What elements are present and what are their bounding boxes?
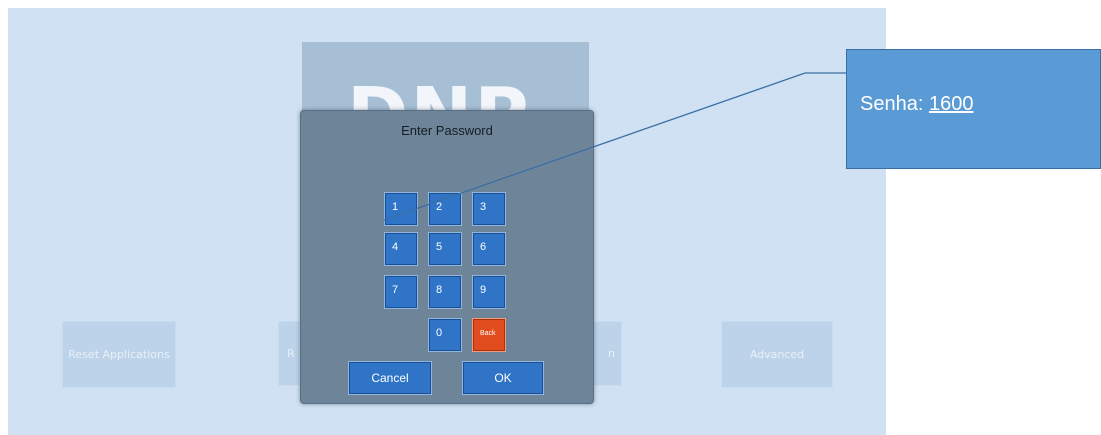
callout-label: Senha:: [860, 93, 924, 115]
back-button[interactable]: Back: [472, 318, 506, 352]
key-2[interactable]: 2: [428, 192, 462, 226]
key-9[interactable]: 9: [472, 275, 506, 309]
background-button-3: n: [592, 321, 622, 386]
key-1[interactable]: 1: [384, 192, 418, 226]
dialog-title: Enter Password: [401, 123, 493, 138]
password-dialog: Enter Password 1 2 3 4 5 6 7 8 9 0 Back …: [300, 110, 594, 404]
cancel-button[interactable]: Cancel: [348, 361, 432, 395]
background-button-2-label: R: [287, 347, 295, 360]
key-6[interactable]: 6: [472, 232, 506, 266]
key-8[interactable]: 8: [428, 275, 462, 309]
advanced-label: Advanced: [749, 348, 805, 361]
key-4[interactable]: 4: [384, 232, 418, 266]
key-7[interactable]: 7: [384, 275, 418, 309]
ok-button[interactable]: OK: [462, 361, 544, 395]
reset-applications-label: Reset Applications: [68, 348, 170, 361]
advanced-button: Advanced: [721, 321, 833, 388]
background-button-2: R: [278, 321, 300, 386]
password-callout: Senha: 1600: [846, 49, 1101, 169]
reset-applications-button: Reset Applications: [62, 321, 176, 388]
key-0[interactable]: 0: [428, 318, 462, 352]
key-5[interactable]: 5: [428, 232, 462, 266]
key-3[interactable]: 3: [472, 192, 506, 226]
background-button-3-label: n: [608, 347, 615, 360]
callout-value: 1600: [928, 93, 974, 115]
